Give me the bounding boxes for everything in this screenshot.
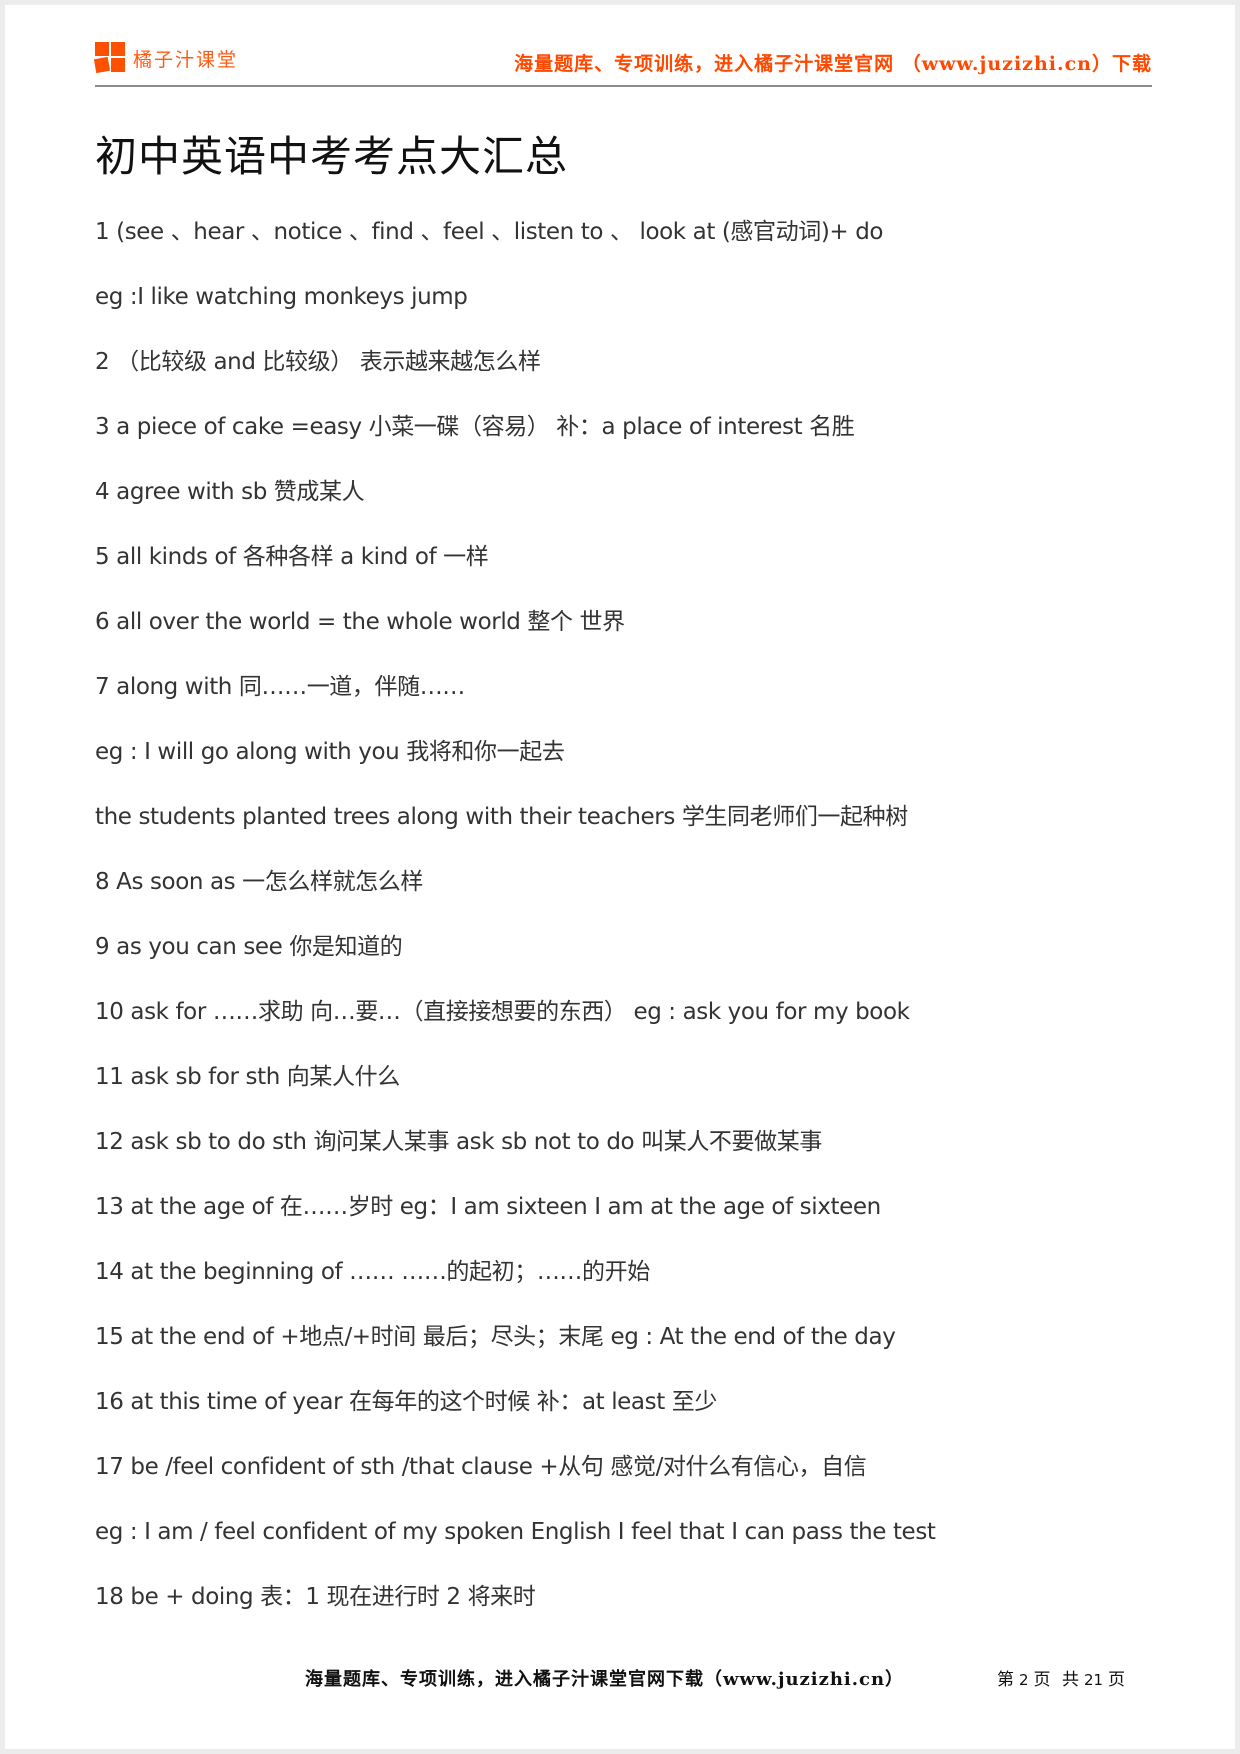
content-line: 5 all kinds of 各种各样 a kind of 一样: [95, 544, 489, 570]
brand-logo[interactable]: 橘子汁课堂: [93, 42, 239, 74]
page-prefix: 第: [997, 1670, 1014, 1690]
content-line: 12 ask sb to do sth 询问某人某事 ask sb not to…: [95, 1129, 822, 1155]
content-line: 10 ask for ……求助 向…要…（直接接想要的东西） eg : ask …: [95, 999, 910, 1025]
content-line: 15 at the end of +地点/+时间 最后；尽头；末尾 eg : A…: [95, 1324, 896, 1350]
content-line: 17 be /feel confident of sth /that claus…: [95, 1454, 867, 1480]
content-line: eg : I am / feel confident of my spoken …: [95, 1519, 936, 1545]
page-footer: 海量题库、专项训练，进入橘子汁课堂官网下载（www.juzizhi.cn） 第2…: [5, 1665, 1235, 1705]
total-pages-number: 21: [1083, 1671, 1104, 1689]
content-line: eg :I like watching monkeys jump: [95, 284, 468, 310]
content-line: 4 agree with sb 赞成某人: [95, 479, 365, 505]
content-line: 2 （比较级 and 比较级） 表示越来越怎么样: [95, 349, 541, 375]
header-slogan-link[interactable]: 海量题库、专项训练，进入橘子汁课堂官网 （www.juzizhi.cn）下载: [514, 49, 1152, 76]
header-divider: [95, 85, 1152, 87]
content-line: 7 along with 同……一道，伴随……: [95, 674, 465, 700]
content-line: 16 at this time of year 在每年的这个时候 补：at le…: [95, 1389, 717, 1415]
content-line: 9 as you can see 你是知道的: [95, 934, 403, 960]
document-body: 1 (see 、hear 、notice 、find 、feel 、listen…: [95, 217, 1145, 1647]
page-mid: 页 共: [1033, 1670, 1079, 1690]
content-line: 3 a piece of cake =easy 小菜一碟（容易） 补：a pla…: [95, 414, 855, 440]
content-line: 14 at the beginning of …… ……的起初；……的开始: [95, 1259, 650, 1285]
page-suffix: 页: [1108, 1670, 1126, 1690]
content-line: 1 (see 、hear 、notice 、find 、feel 、listen…: [95, 219, 884, 245]
brand-name: 橘子汁课堂: [133, 48, 239, 71]
footer-slogan-link[interactable]: 海量题库、专项训练，进入橘子汁课堂官网下载（www.juzizhi.cn）: [305, 1665, 904, 1691]
content-line: eg : I will go along with you 我将和你一起去: [95, 739, 565, 765]
page-header: 橘子汁课堂 海量题库、专项训练，进入橘子汁课堂官网 （www.juzizhi.c…: [5, 5, 1235, 95]
page-indicator: 第2页 共 21 页: [997, 1665, 1125, 1690]
content-line: 6 all over the world = the whole world 整…: [95, 609, 625, 635]
content-line: the students planted trees along with th…: [95, 804, 908, 830]
current-page-number: 2: [1019, 1671, 1029, 1689]
content-line: 13 at the age of 在……岁时 eg：I am sixteen I…: [95, 1194, 881, 1220]
content-line: 8 As soon as 一怎么样就怎么样: [95, 869, 423, 895]
document-title: 初中英语中考考点大汇总: [95, 132, 569, 181]
content-line: 18 be + doing 表：1 现在进行时 2 将来时: [95, 1584, 536, 1610]
document-page: 橘子汁课堂 海量题库、专项训练，进入橘子汁课堂官网 （www.juzizhi.c…: [5, 5, 1235, 1749]
juzizhi-logo-icon: [93, 42, 127, 74]
content-line: 11 ask sb for sth 向某人什么: [95, 1064, 400, 1090]
